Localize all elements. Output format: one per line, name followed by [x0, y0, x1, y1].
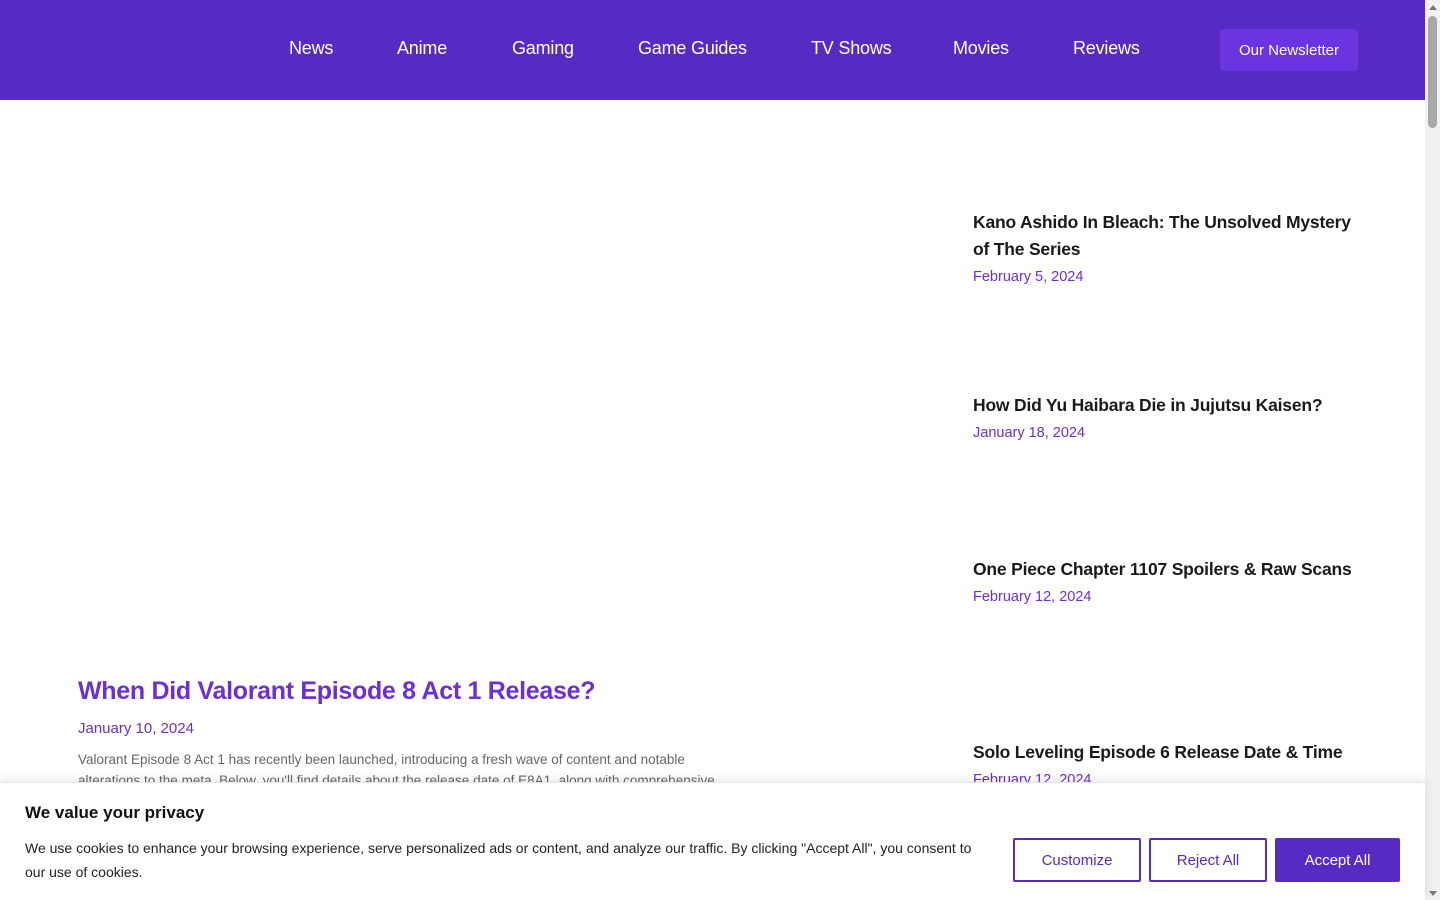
sidebar-article: How Did Yu Haibara Die in Jujutsu Kaisen… [973, 392, 1353, 441]
featured-article-date: January 10, 2024 [78, 720, 194, 737]
sidebar-article-title[interactable]: How Did Yu Haibara Die in Jujutsu Kaisen… [973, 392, 1353, 419]
main-nav: News Anime Gaming Game Guides TV Shows M… [0, 0, 1425, 100]
sidebar-article-title[interactable]: Kano Ashido In Bleach: The Unsolved Myst… [973, 209, 1353, 263]
customize-button[interactable]: Customize [1013, 838, 1141, 882]
sidebar-article: One Piece Chapter 1107 Spoilers & Raw Sc… [973, 556, 1353, 605]
nav-item-anime[interactable]: Anime [397, 38, 447, 59]
newsletter-button[interactable]: Our Newsletter [1220, 29, 1358, 71]
nav-item-tv-shows[interactable]: TV Shows [811, 38, 892, 59]
cookie-consent-banner: We value your privacy We use cookies to … [0, 782, 1425, 900]
scrollbar-thumb[interactable] [1428, 16, 1437, 128]
cookie-banner-text: We use cookies to enhance your browsing … [25, 840, 972, 880]
site-header: News Anime Gaming Game Guides TV Shows M… [0, 0, 1425, 100]
scroll-up-icon[interactable] [1425, 0, 1440, 14]
nav-item-reviews[interactable]: Reviews [1073, 38, 1140, 59]
sidebar-article: Kano Ashido In Bleach: The Unsolved Myst… [973, 209, 1353, 285]
sidebar-article-date: February 12, 2024 [973, 589, 1092, 605]
sidebar-article: Solo Leveling Episode 6 Release Date & T… [973, 739, 1353, 788]
scroll-down-icon[interactable] [1425, 886, 1440, 900]
featured-article: When Did Valorant Episode 8 Act 1 Releas… [78, 674, 738, 791]
sidebar-article-title[interactable]: One Piece Chapter 1107 Spoilers & Raw Sc… [973, 556, 1353, 583]
sidebar-article-date: February 5, 2024 [973, 269, 1084, 285]
featured-article-title[interactable]: When Did Valorant Episode 8 Act 1 Releas… [78, 674, 738, 708]
nav-item-gaming[interactable]: Gaming [512, 38, 574, 59]
nav-item-news[interactable]: News [289, 38, 333, 59]
nav-item-game-guides[interactable]: Game Guides [638, 38, 747, 59]
sidebar-article-date: January 18, 2024 [973, 425, 1086, 441]
sidebar-article-title[interactable]: Solo Leveling Episode 6 Release Date & T… [973, 739, 1353, 766]
cookie-banner-title: We value your privacy [25, 803, 205, 822]
page-scrollbar[interactable] [1425, 0, 1440, 900]
reject-all-button[interactable]: Reject All [1149, 838, 1267, 882]
accept-all-button[interactable]: Accept All [1275, 838, 1400, 882]
nav-item-movies[interactable]: Movies [953, 38, 1009, 59]
